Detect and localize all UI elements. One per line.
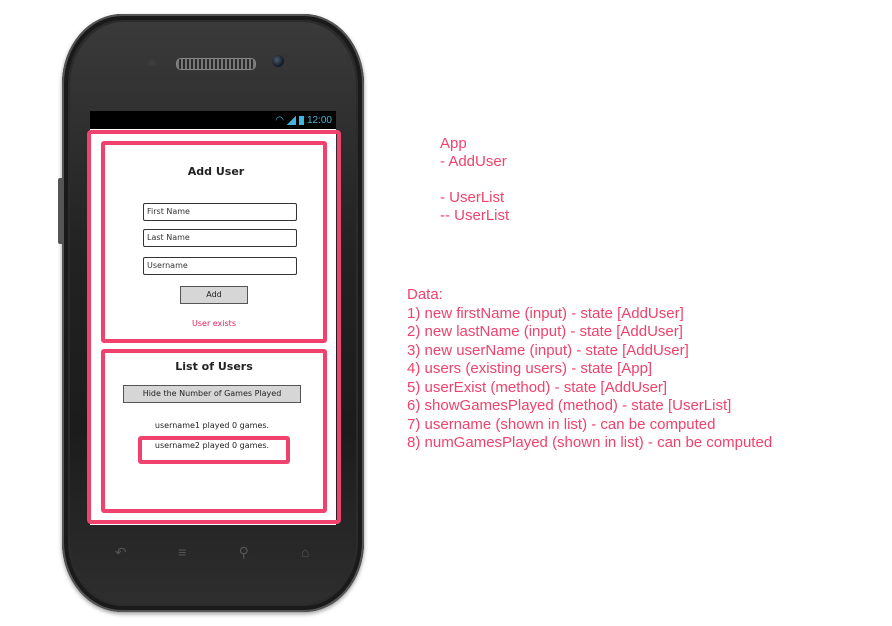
menu-icon[interactable]: ≡ (167, 544, 197, 560)
data-item: 3) new userName (input) - state [AddUser… (407, 341, 689, 359)
data-item: 1) new firstName (input) - state [AddUse… (407, 304, 684, 322)
phone-side-button (58, 178, 64, 244)
phone-sensor (148, 60, 156, 66)
username-input[interactable]: Username (143, 257, 297, 275)
data-item: 7) username (shown in list) - can be com… (407, 415, 716, 433)
user-exists-error: User exists (192, 319, 236, 328)
add-button[interactable]: Add (180, 286, 248, 304)
data-item: 5) userExist (method) - state [AddUser] (407, 378, 668, 396)
data-item: 6) showGamesPlayed (method) - state [Use… (407, 397, 732, 414)
data-item: 8) numGamesPlayed (shown in list) - can … (407, 434, 773, 451)
data-notes: Data: 1) new firstName (input) - state [… (407, 286, 772, 453)
signal-icon (286, 115, 296, 125)
add-user-heading: Add User (187, 165, 245, 178)
hierarchy-line: -- UserList (440, 207, 510, 224)
hide-games-played-button[interactable]: Hide the Number of Games Played (123, 385, 301, 403)
list-of-users-heading: List of Users (175, 360, 253, 373)
data-item: 4) users (existing users) - state [App] (407, 360, 653, 377)
android-nav-bar: ↶ ≡ ⚲ ⌂ (90, 530, 336, 574)
status-time: 12:00 (306, 114, 332, 126)
hierarchy-line (440, 171, 509, 189)
data-title: Data: (407, 286, 443, 303)
phone-camera (272, 55, 284, 67)
userlist-item-component-outline (138, 436, 290, 464)
user-list-item: username1 played 0 games. (154, 421, 270, 430)
component-hierarchy-notes: App - AddUser - UserList -- UserList (440, 135, 509, 225)
hierarchy-line: - UserList (440, 189, 505, 206)
search-icon[interactable]: ⚲ (229, 544, 259, 561)
home-icon[interactable]: ⌂ (290, 544, 320, 560)
hierarchy-line: - AddUser (440, 153, 507, 170)
hierarchy-line: App (440, 135, 467, 152)
battery-icon (298, 115, 304, 125)
first-name-input[interactable]: First Name (143, 203, 297, 221)
userlist-component-outline (101, 349, 327, 513)
last-name-input[interactable]: Last Name (143, 229, 297, 247)
wifi-icon: ◠ (275, 114, 284, 126)
phone-speaker (176, 58, 256, 70)
status-bar: ◠ 12:00 (90, 111, 336, 129)
back-icon[interactable]: ↶ (106, 544, 136, 561)
data-item: 2) new lastName (input) - state [AddUser… (407, 323, 683, 340)
